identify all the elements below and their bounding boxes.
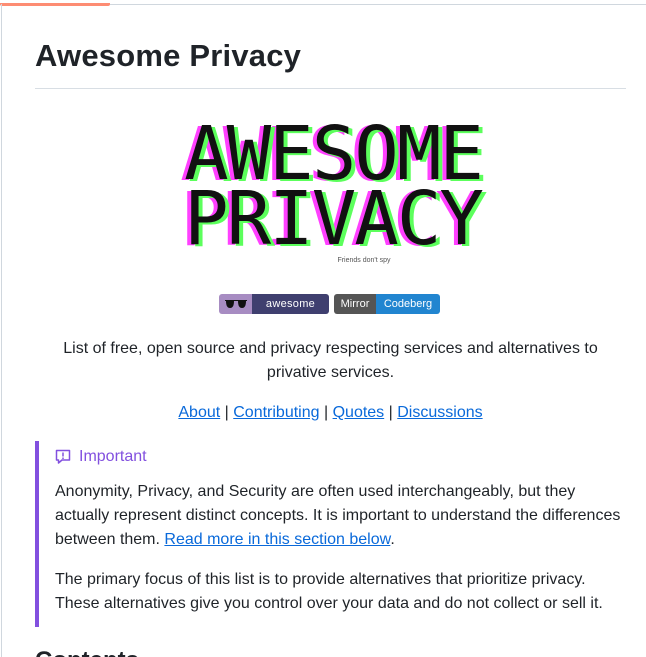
- about-link[interactable]: About: [178, 404, 220, 421]
- callout-title: Important: [79, 448, 147, 465]
- title-divider: [35, 88, 626, 89]
- awesome-badge[interactable]: awesome: [219, 294, 329, 314]
- quotes-link[interactable]: Quotes: [333, 404, 385, 421]
- panel-border: [1, 4, 2, 657]
- awesome-privacy-logo: AWESOME AWESOME AWESOME PRIVACY PRIVACY …: [143, 108, 523, 270]
- callout-paragraph-1-end: .: [390, 531, 395, 548]
- logo-tagline: Friends don't spy: [337, 257, 391, 264]
- contributing-link[interactable]: Contributing: [233, 404, 319, 421]
- important-callout: Important Anonymity, Privacy, and Securi…: [35, 441, 630, 627]
- contents-heading: Contents: [35, 647, 139, 657]
- mirror-badge-label: Mirror: [334, 294, 376, 314]
- discussions-link[interactable]: Discussions: [397, 404, 482, 421]
- report-icon: [55, 449, 71, 464]
- project-description: List of free, open source and privacy re…: [63, 340, 598, 381]
- link-separator: |: [388, 404, 393, 421]
- read-more-link[interactable]: Read more in this section below: [164, 531, 390, 548]
- link-separator: |: [224, 404, 229, 421]
- link-separator: |: [323, 404, 329, 421]
- logo-line2: PRIVACY: [184, 176, 483, 262]
- callout-header: Important: [55, 447, 147, 467]
- readme-viewer: Awesome Privacy AWESOME AWESOME AWESOME …: [0, 0, 646, 657]
- callout-paragraph-1: Anonymity, Privacy, and Security are oft…: [55, 480, 621, 552]
- sunglasses-icon: [219, 294, 252, 314]
- awesome-badge-label: awesome: [252, 294, 329, 314]
- nav-links: About | Contributing | Quotes | Discussi…: [35, 401, 626, 425]
- callout-paragraph-2: The primary focus of this list is to pro…: [55, 571, 603, 612]
- active-tab-indicator: [0, 3, 110, 6]
- mirror-badge[interactable]: Mirror Codeberg: [334, 294, 440, 314]
- page-title: Awesome Privacy: [35, 38, 302, 73]
- mirror-badge-value: Codeberg: [376, 294, 440, 314]
